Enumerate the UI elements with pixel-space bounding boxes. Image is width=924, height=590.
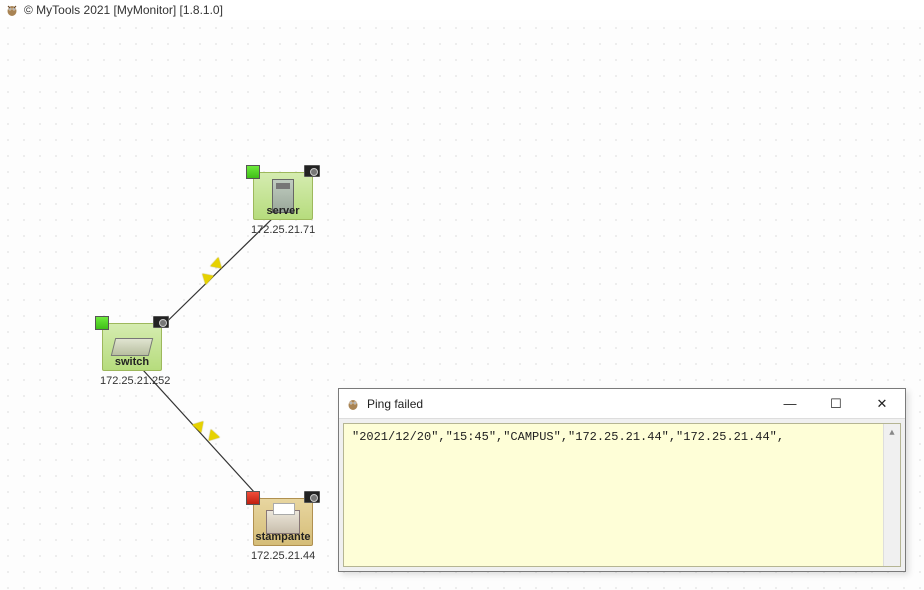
link-arrow-icon: [198, 269, 213, 285]
camera-icon: [304, 165, 320, 177]
status-indicator-icon: [246, 165, 260, 179]
popup-titlebar[interactable]: Ping failed — ☐ ✕: [339, 389, 905, 419]
app-titlebar: © MyTools 2021 [MyMonitor] [1.8.1.0]: [0, 0, 924, 20]
owl-icon: [4, 2, 20, 18]
node-icon: stampante: [253, 498, 313, 546]
node-ip: 172.25.21.252: [100, 375, 164, 387]
node-ip: 172.25.21.71: [251, 224, 315, 236]
status-indicator-icon: [246, 491, 260, 505]
node-icon: server: [253, 172, 313, 220]
node-printer[interactable]: stampante 172.25.21.44: [251, 498, 315, 562]
node-label: server: [254, 205, 312, 217]
node-switch[interactable]: switch 172.25.21.252: [100, 323, 164, 387]
ping-failed-window[interactable]: Ping failed — ☐ ✕ "2021/12/20","15:45","…: [338, 388, 906, 572]
node-server[interactable]: server 172.25.21.71: [251, 172, 315, 236]
minimize-button[interactable]: —: [767, 389, 813, 418]
camera-icon: [153, 316, 169, 328]
link-arrow-icon: [210, 257, 225, 273]
link-arrow-icon: [204, 429, 220, 444]
status-indicator-icon: [95, 316, 109, 330]
node-label: stampante: [254, 531, 312, 543]
node-ip: 172.25.21.44: [251, 550, 315, 562]
switch-icon: [111, 338, 153, 356]
node-label: switch: [103, 356, 161, 368]
link-arrow-icon: [192, 417, 208, 432]
camera-icon: [304, 491, 320, 503]
scroll-up-icon[interactable]: ▲: [884, 424, 900, 441]
app-title: © MyTools 2021 [MyMonitor] [1.8.1.0]: [24, 3, 223, 17]
scrollbar[interactable]: ▲: [883, 424, 900, 566]
owl-icon: [345, 396, 361, 412]
node-icon: switch: [102, 323, 162, 371]
log-line: "2021/12/20","15:45","CAMPUS","172.25.21…: [352, 430, 784, 444]
close-button[interactable]: ✕: [859, 389, 905, 418]
popup-title: Ping failed: [367, 397, 767, 411]
maximize-button[interactable]: ☐: [813, 389, 859, 418]
popup-log-area[interactable]: "2021/12/20","15:45","CAMPUS","172.25.21…: [343, 423, 901, 567]
